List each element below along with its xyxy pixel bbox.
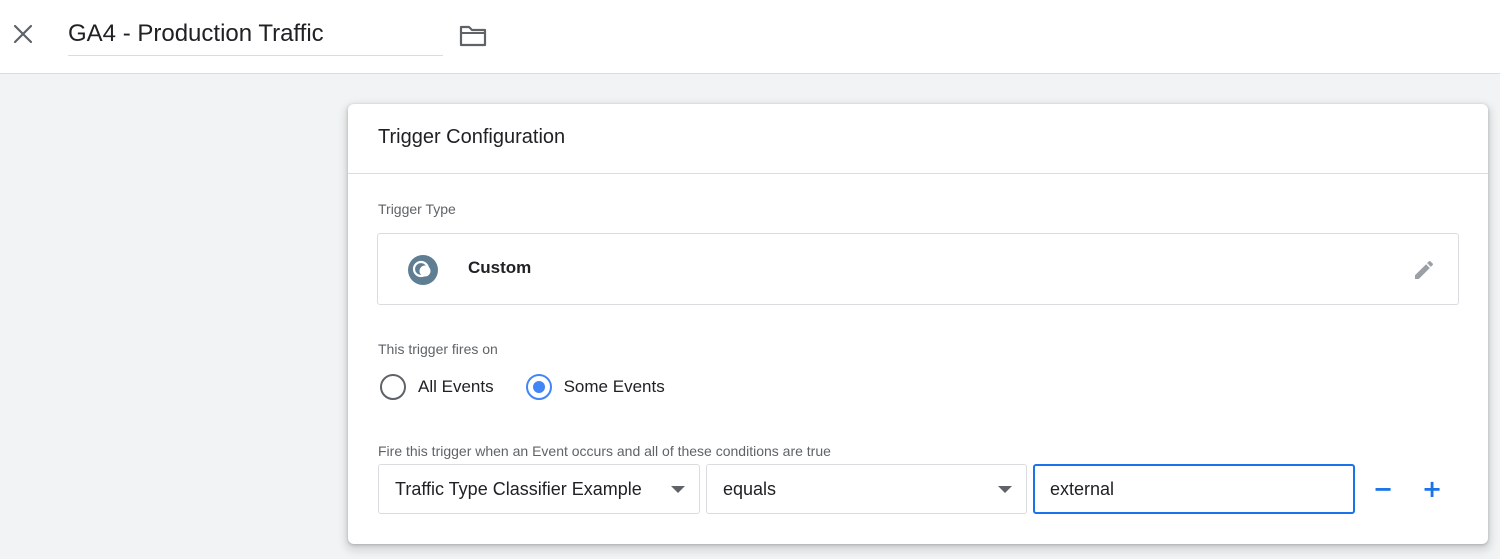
condition-value-input[interactable] [1033,464,1355,514]
close-icon [13,24,33,44]
trigger-configuration-card: Trigger Configuration Trigger Type Custo… [348,104,1488,544]
radio-some-events-label: Some Events [563,377,665,396]
dropdown-arrow-icon [998,486,1012,493]
radio-button-unchecked[interactable] [380,374,406,400]
operator-select[interactable]: equals [706,464,1027,514]
trigger-type-name: Custom [468,258,532,277]
fires-on-radio-group: All Events Some Events [380,372,697,402]
close-button[interactable] [8,19,38,49]
dropdown-arrow-icon [671,486,685,493]
remove-condition-button[interactable]: − [1368,474,1398,504]
edit-trigger-type-button[interactable] [1410,256,1438,284]
conditions-label: Fire this trigger when an Event occurs a… [378,443,831,459]
folder-button[interactable] [456,21,490,51]
radio-all-events-label: All Events [418,377,494,396]
variable-select[interactable]: Traffic Type Classifier Example [378,464,700,514]
variable-select-value: Traffic Type Classifier Example [395,478,642,499]
radio-some-events[interactable]: Some Events [525,374,665,400]
radio-button-checked[interactable] [525,374,552,400]
add-condition-button[interactable]: + [1417,474,1447,504]
condition-row: Traffic Type Classifier Example equals −… [378,464,1447,514]
trigger-name-field [68,14,443,56]
radio-all-events[interactable]: All Events [380,374,494,400]
custom-event-icon [408,255,438,285]
card-title: Trigger Configuration [348,104,1488,174]
operator-select-value: equals [723,478,777,499]
fires-on-label: This trigger fires on [378,341,498,357]
pencil-icon [1415,260,1434,279]
radio-selected-dot [532,381,545,393]
trigger-name-input[interactable] [68,14,443,54]
trigger-type-selector[interactable]: Custom [377,233,1459,305]
top-bar [0,0,1500,74]
trigger-type-label: Trigger Type [378,201,456,217]
folder-icon [459,25,487,47]
